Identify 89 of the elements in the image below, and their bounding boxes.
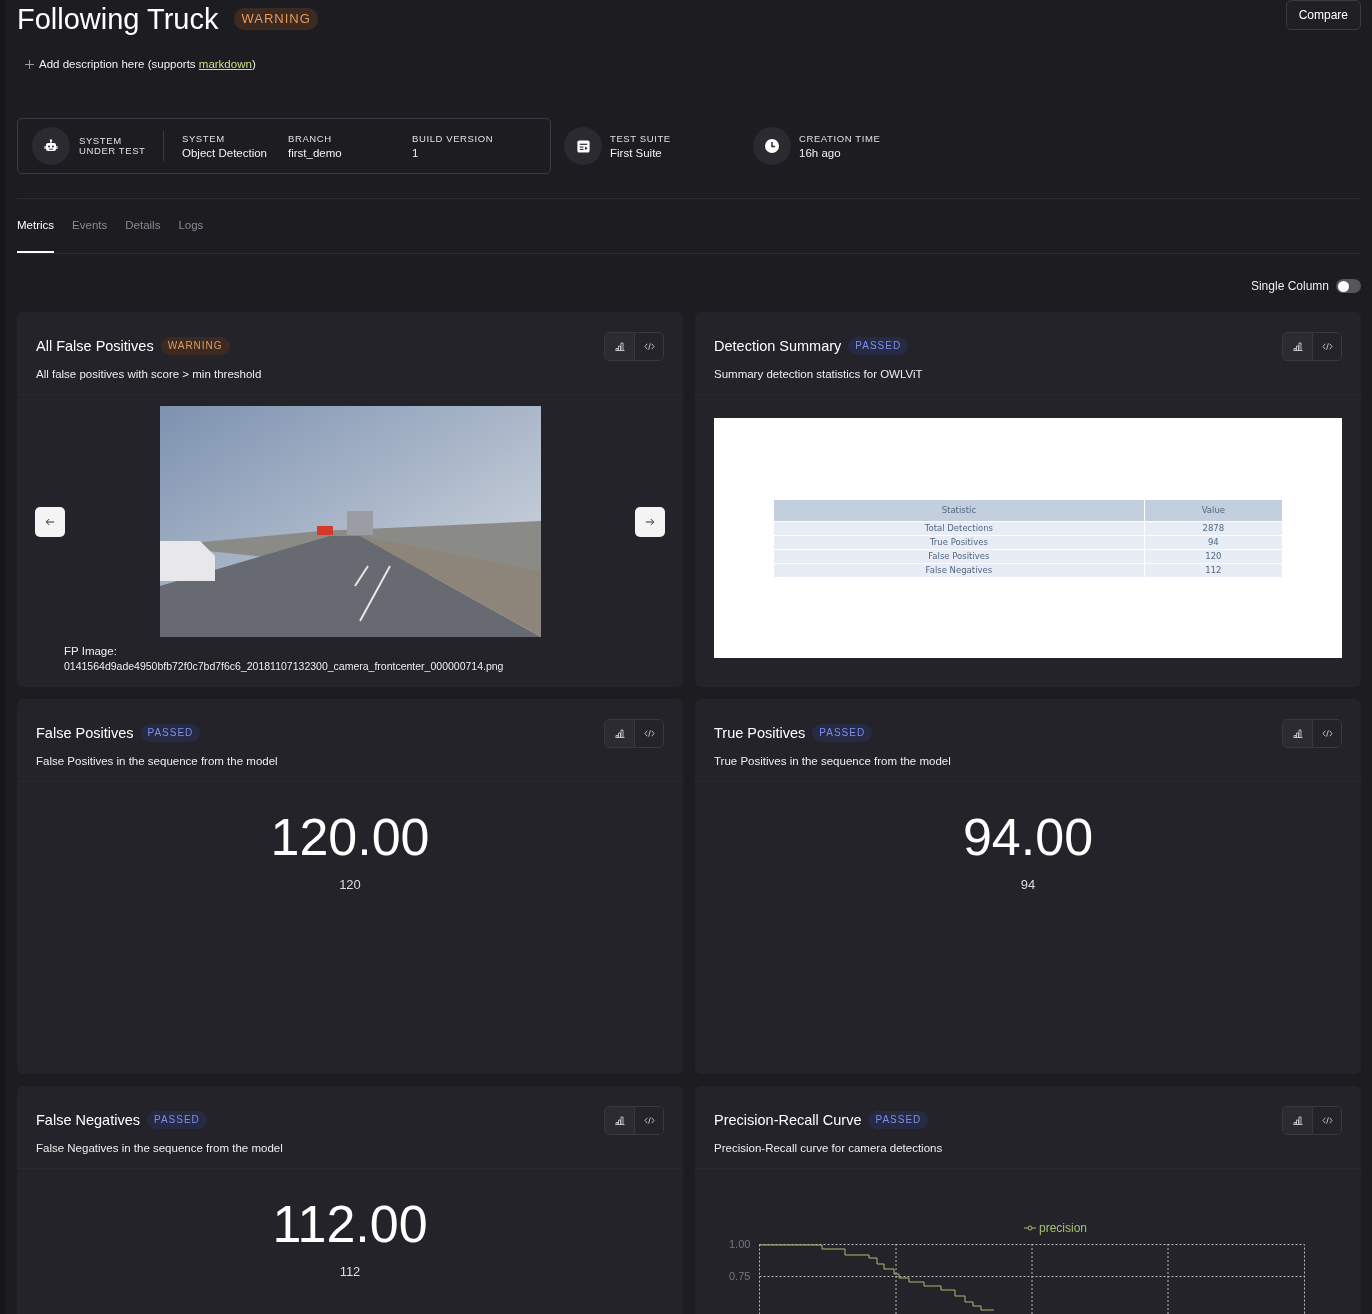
field-label: TEST SUITE	[610, 133, 672, 144]
field-label: BUILD VERSION	[412, 133, 495, 144]
card-description: True Positives in the sequence from the model	[714, 755, 952, 767]
table-cell: 2878	[1144, 521, 1282, 535]
bar-chart-icon	[1292, 1115, 1303, 1125]
code-icon	[1321, 341, 1333, 351]
bar-chart-icon	[614, 728, 625, 738]
bar-chart-icon	[1292, 728, 1303, 738]
field-label: SYSTEM	[182, 133, 226, 144]
field-value: 16h ago	[799, 146, 842, 159]
column-header: Statistic	[774, 499, 1144, 521]
status-badge: PASSED	[140, 724, 201, 742]
field-label: BRANCH	[288, 133, 333, 144]
right-arrow-icon	[645, 516, 655, 527]
code-icon	[1321, 1115, 1333, 1125]
code-icon	[643, 341, 655, 351]
card-title: False Negatives	[36, 1112, 140, 1128]
column-header: Value	[1144, 499, 1282, 521]
card-description: False Negatives in the sequence from the model	[36, 1142, 284, 1154]
field-label: UNDER TEST	[79, 146, 147, 156]
status-badge: PASSED	[868, 1111, 929, 1129]
chart-view-button[interactable]	[1283, 332, 1312, 360]
table-cell: 120	[1144, 549, 1282, 563]
plus-icon	[25, 59, 34, 69]
table-cell: Total Detections	[774, 521, 1144, 535]
table-cell: 94	[1144, 535, 1282, 549]
metric-subvalue: 94	[1020, 877, 1036, 892]
field-label: CREATION TIME	[799, 133, 882, 144]
robot-icon	[32, 127, 70, 165]
add-description-text[interactable]: Add description here (supports markdown)	[39, 58, 256, 70]
legend-marker-icon	[1024, 1225, 1036, 1231]
previous-button[interactable]	[35, 506, 65, 537]
metric-value: 120.00	[270, 807, 430, 867]
image-file-name: 0141564d9ade4950bfb72f0c7bd7f6c6_20181107132300_camera_frontcenter_000000714.png	[64, 659, 505, 674]
card-description: False Positives in the sequence from the model	[36, 755, 279, 767]
bar-chart-icon	[614, 1115, 625, 1125]
chart-view-button[interactable]	[1283, 1106, 1312, 1134]
clock-icon	[753, 127, 791, 165]
code-icon	[643, 1115, 655, 1125]
field-value: 1	[412, 146, 420, 159]
card-description: Precision-Recall curve for camera detections	[714, 1142, 944, 1154]
page-title: Following Truck	[17, 2, 219, 36]
code-icon	[643, 728, 655, 738]
chart-view-button[interactable]	[605, 719, 634, 747]
field-label: SYSTEM	[79, 136, 123, 146]
legend-label: precision	[1039, 1221, 1087, 1235]
next-button[interactable]	[635, 506, 665, 537]
tab[interactable]: Metrics	[17, 219, 55, 253]
single-column-toggle[interactable]	[1336, 279, 1361, 293]
metric-value: 94.00	[962, 807, 1094, 867]
chart-view-button[interactable]	[605, 332, 634, 360]
table-cell: 112	[1144, 563, 1282, 577]
field-value: First Suite	[610, 146, 663, 159]
status-badge: PASSED	[146, 1111, 207, 1129]
field-value: Object Detection	[182, 146, 268, 159]
status-badge: PASSED	[848, 337, 909, 355]
chart-view-button[interactable]	[605, 1106, 634, 1134]
card-title: All False Positives	[36, 338, 154, 354]
status-badge: WARNING	[160, 337, 230, 355]
bar-chart-icon	[614, 341, 625, 351]
tab[interactable]: Logs	[178, 219, 204, 253]
metric-value: 112.00	[272, 1194, 428, 1254]
field-value: first_demo	[288, 146, 343, 159]
toggle-label: Single Column	[1250, 279, 1329, 293]
markdown-link[interactable]: markdown	[198, 58, 252, 70]
code-icon	[1321, 728, 1333, 738]
bar-chart-icon	[1292, 341, 1303, 351]
metric-subvalue: 112	[339, 1264, 361, 1279]
image-caption-label: FP Image:	[64, 644, 118, 659]
axis-tick-label: 1.00	[729, 1237, 752, 1252]
table-cell: False Negatives	[774, 563, 1144, 577]
table-cell: False Positives	[774, 549, 1144, 563]
metric-subvalue: 120	[339, 877, 361, 892]
card-title: True Positives	[714, 725, 806, 741]
left-arrow-icon	[45, 516, 55, 527]
status-badge: PASSED	[812, 724, 873, 742]
document-icon	[564, 127, 602, 165]
card-title: Precision-Recall Curve	[714, 1112, 862, 1128]
card-description: All false positives with score > min threshold	[36, 368, 263, 380]
chart-view-button[interactable]	[1283, 719, 1312, 747]
axis-tick-label: 0.75	[729, 1269, 752, 1284]
tab[interactable]: Details	[125, 219, 161, 253]
table-cell: True Positives	[774, 535, 1144, 549]
card-title: False Positives	[36, 725, 134, 741]
status-badge: WARNING	[234, 8, 318, 30]
card-description: Summary detection statistics for OWLViT	[714, 368, 924, 380]
card-title: Detection Summary	[714, 338, 842, 354]
compare-button[interactable]: Compare	[1285, 0, 1361, 30]
tab[interactable]: Events	[72, 219, 108, 253]
